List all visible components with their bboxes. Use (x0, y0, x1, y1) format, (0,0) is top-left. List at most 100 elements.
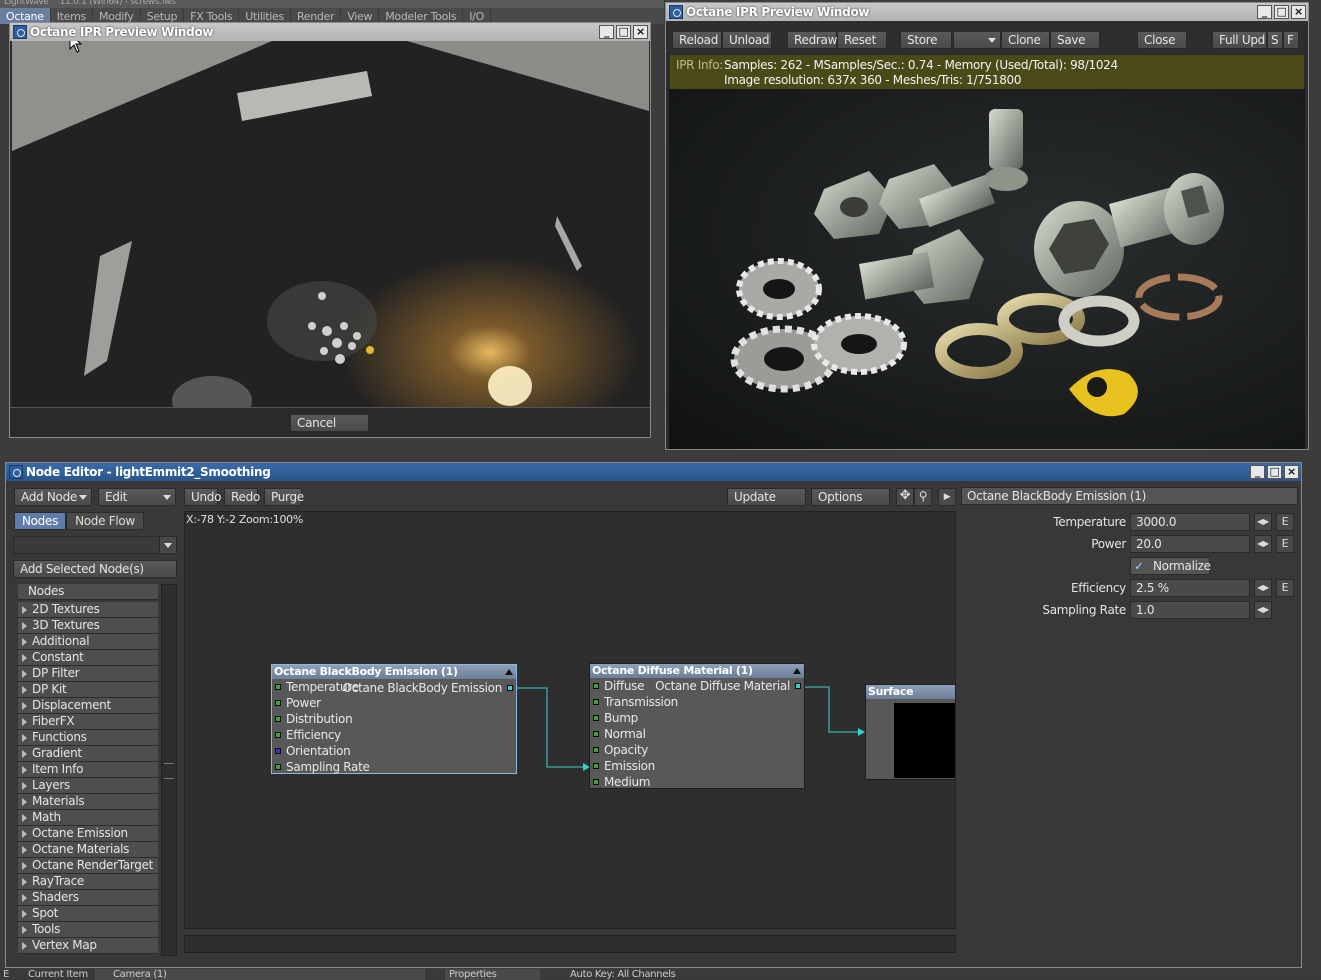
input-orientation[interactable]: Orientation (272, 743, 516, 759)
node-surface[interactable]: Surface (865, 684, 955, 780)
node-category-item[interactable]: 2D Textures (18, 602, 158, 618)
efficiency-envelope-button[interactable]: E (1276, 579, 1294, 597)
node-search-input[interactable] (13, 536, 161, 554)
canvas-horizontal-scrollbar[interactable] (184, 935, 956, 953)
power-envelope-button[interactable]: E (1276, 535, 1294, 553)
input-opacity[interactable]: Opacity (590, 742, 804, 758)
minimize-icon[interactable]: _ (599, 25, 614, 39)
node-octane-diffuse-material[interactable]: Octane Diffuse Material (1) Octane Diffu… (589, 663, 805, 789)
efficiency-input[interactable]: 2.5 % (1130, 579, 1250, 597)
node-category-item[interactable]: DP Filter (18, 666, 158, 682)
port-dot-icon[interactable] (275, 684, 281, 690)
maximize-icon[interactable]: □ (616, 25, 631, 39)
store-button[interactable]: Store (900, 31, 952, 49)
input-normal[interactable]: Normal (590, 726, 804, 742)
reload-button[interactable]: Reload (672, 31, 722, 49)
node-category-item[interactable]: Spot (18, 906, 158, 922)
port-dot-icon[interactable] (593, 747, 599, 753)
add-selected-nodes-button[interactable]: Add Selected Node(s) (13, 560, 177, 578)
properties-button[interactable]: Properties (445, 969, 540, 980)
sampling-rate-input[interactable]: 1.0 (1130, 601, 1250, 619)
node-category-item[interactable]: Math (18, 810, 158, 826)
close-icon[interactable]: × (1284, 465, 1299, 479)
node-category-item[interactable]: Octane RenderTarget (18, 858, 158, 874)
clone-button[interactable]: Clone (1001, 31, 1050, 49)
close-icon[interactable]: × (1291, 5, 1306, 19)
input-temperature[interactable]: Temperature (272, 679, 516, 695)
minimize-icon[interactable]: _ (1250, 465, 1265, 479)
input-distribution[interactable]: Distribution (272, 711, 516, 727)
save-button[interactable]: Save (1050, 31, 1100, 49)
edit-dropdown[interactable]: Edit (98, 488, 176, 506)
node-category-item[interactable]: Octane Emission (18, 826, 158, 842)
redo-button[interactable]: Redo (224, 488, 260, 506)
full-update-button[interactable]: Full Upd (1212, 31, 1267, 49)
node-category-item[interactable]: Tools (18, 922, 158, 938)
node-category-item[interactable]: Octane Materials (18, 842, 158, 858)
envelope-arrows-icon[interactable]: ◀▶ (1254, 601, 1272, 619)
node-category-item[interactable]: Shaders (18, 890, 158, 906)
pan-move-icon[interactable]: ✥ (896, 488, 914, 506)
redraw-button[interactable]: Redraw (787, 31, 837, 49)
port-dot-icon[interactable] (593, 715, 599, 721)
port-dot-icon[interactable] (593, 763, 599, 769)
node-category-item[interactable]: Functions (18, 730, 158, 746)
minimize-icon[interactable]: _ (1257, 5, 1272, 19)
node-category-item[interactable]: Constant (18, 650, 158, 666)
ipr-right-render-view[interactable] (669, 89, 1305, 449)
normalize-checkbox[interactable]: ✓ Normalize (1130, 557, 1211, 575)
temperature-envelope-button[interactable]: E (1276, 513, 1294, 531)
scrollbar-grip-icon[interactable] (164, 763, 174, 779)
reset-button[interactable]: Reset (837, 31, 887, 49)
collapse-triangle-icon[interactable] (793, 668, 801, 674)
port-dot-icon[interactable] (593, 699, 599, 705)
maximize-icon[interactable]: □ (1274, 5, 1289, 19)
input-sampling-rate[interactable]: Sampling Rate (272, 759, 516, 775)
store-slot-dropdown[interactable] (953, 31, 1001, 49)
tab-nodes[interactable]: Nodes (14, 512, 66, 530)
node-octane-blackbody-emission[interactable]: Octane BlackBody Emission (1) Octane Bla… (271, 664, 517, 774)
port-dot-icon[interactable] (593, 683, 599, 689)
ipr-left-render-view[interactable] (12, 41, 649, 407)
power-input[interactable]: 20.0 (1130, 535, 1250, 553)
port-dot-icon[interactable] (593, 731, 599, 737)
node-category-item[interactable]: DP Kit (18, 682, 158, 698)
node-category-item[interactable]: Layers (18, 778, 158, 794)
options-button[interactable]: Options (811, 488, 890, 506)
unload-button[interactable]: Unload (722, 31, 772, 49)
ipr-left-titlebar[interactable]: Octane IPR Preview Window _ □ × (10, 23, 650, 41)
status-e-button[interactable]: E (3, 969, 9, 980)
node-category-item[interactable]: Materials (18, 794, 158, 810)
node-editor-titlebar[interactable]: Node Editor - lightEmmit2_Smoothing _ □ … (6, 463, 1301, 481)
node-graph-canvas[interactable]: X:-78 Y:-2 Zoom:100% Octane BlackBody Em… (184, 511, 956, 929)
s-button[interactable]: S (1267, 31, 1283, 49)
port-dot-icon[interactable] (275, 700, 281, 706)
input-medium[interactable]: Medium (590, 774, 804, 790)
envelope-arrows-icon[interactable]: ◀▶ (1254, 535, 1272, 553)
zoom-magnifier-icon[interactable]: ⚲ (914, 488, 932, 506)
node-category-item[interactable]: Gradient (18, 746, 158, 762)
tab-node-flow[interactable]: Node Flow (66, 512, 144, 530)
input-efficiency[interactable]: Efficiency (272, 727, 516, 743)
node-category-item[interactable]: RayTrace (18, 874, 158, 890)
add-node-dropdown[interactable]: Add Node (14, 488, 92, 506)
node-list-scrollbar[interactable] (161, 584, 177, 956)
cancel-button[interactable]: Cancel (290, 414, 369, 432)
auto-key-dropdown[interactable]: Auto Key: All Channels (550, 969, 695, 980)
node-category-item[interactable]: Item Info (18, 762, 158, 778)
input-power[interactable]: Power (272, 695, 516, 711)
f-button[interactable]: F (1283, 31, 1299, 49)
input-bump[interactable]: Bump (590, 710, 804, 726)
node-category-item[interactable]: 3D Textures (18, 618, 158, 634)
chevron-down-icon[interactable] (159, 536, 177, 554)
node-blackbody-header[interactable]: Octane BlackBody Emission (1) (272, 665, 516, 679)
envelope-arrows-icon[interactable]: ◀▶ (1254, 513, 1272, 531)
maximize-icon[interactable]: □ (1267, 465, 1282, 479)
node-category-item[interactable]: FiberFX (18, 714, 158, 730)
port-dot-icon[interactable] (593, 779, 599, 785)
node-category-item[interactable]: Additional (18, 634, 158, 650)
current-item-dropdown[interactable]: Camera (1) (95, 969, 425, 980)
temperature-input[interactable]: 3000.0 (1130, 513, 1250, 531)
close-button[interactable]: Close (1137, 31, 1187, 49)
close-icon[interactable]: × (633, 25, 648, 39)
